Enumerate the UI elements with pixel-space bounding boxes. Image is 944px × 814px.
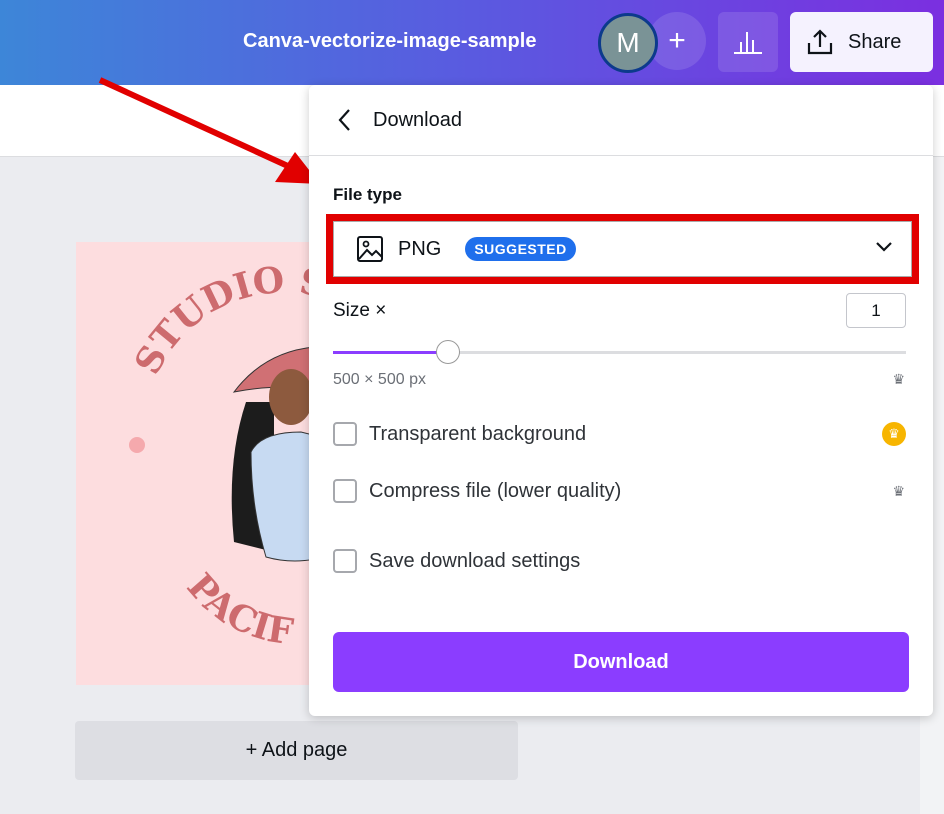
suggested-badge: SUGGESTED — [465, 237, 576, 261]
share-label: Share — [848, 30, 902, 53]
avatar[interactable]: M — [598, 13, 658, 73]
bar-chart-icon — [734, 32, 762, 54]
dimensions-text: 500 × 500 px — [333, 371, 426, 388]
download-panel: Download File type PNG SUGGESTED Size × … — [309, 85, 933, 716]
design-title[interactable]: Canva-vectorize-image-sample — [243, 30, 536, 53]
add-page-button[interactable]: + Add page — [75, 721, 518, 780]
option-label: Save download settings — [369, 549, 581, 572]
file-type-value: PNG — [398, 237, 442, 260]
download-button[interactable]: Download — [333, 632, 909, 692]
size-label: Size × — [333, 300, 387, 321]
insights-button[interactable] — [718, 12, 778, 72]
image-icon — [357, 236, 383, 262]
checkbox[interactable] — [333, 549, 357, 573]
size-slider-fill — [333, 351, 448, 354]
file-type-highlight: PNG SUGGESTED — [326, 214, 919, 284]
size-slider-thumb[interactable] — [435, 340, 460, 364]
size-input[interactable]: 1 — [846, 293, 906, 328]
pro-crown-icon: ♛ — [882, 422, 906, 446]
annotation-arrow — [98, 77, 320, 184]
back-chevron-icon[interactable] — [337, 108, 351, 132]
checkbox[interactable] — [333, 422, 357, 446]
design-bottom-text: PACIF — [179, 565, 297, 653]
svg-text:PACIF: PACIF — [179, 565, 297, 653]
transparent-background-option[interactable]: Transparent background — [333, 422, 586, 446]
design-canvas[interactable]: STUDIO S PACIF — [76, 242, 336, 685]
share-button[interactable]: Share — [790, 12, 933, 72]
file-type-label: File type — [333, 185, 402, 204]
upload-icon — [807, 29, 833, 55]
crown-icon: ♛ — [892, 483, 905, 499]
save-settings-option[interactable]: Save download settings — [333, 549, 580, 573]
panel-title: Download — [373, 108, 462, 131]
crown-icon: ♛ — [892, 371, 905, 387]
chevron-down-icon — [876, 242, 892, 252]
file-type-dropdown[interactable]: PNG SUGGESTED — [333, 221, 912, 277]
size-slider[interactable] — [333, 340, 906, 364]
design-artwork: STUDIO S PACIF — [126, 259, 336, 654]
option-label: Compress file (lower quality) — [369, 479, 622, 502]
compress-file-option[interactable]: Compress file (lower quality) — [333, 479, 621, 503]
option-label: Transparent background — [369, 422, 587, 445]
checkbox[interactable] — [333, 479, 357, 503]
